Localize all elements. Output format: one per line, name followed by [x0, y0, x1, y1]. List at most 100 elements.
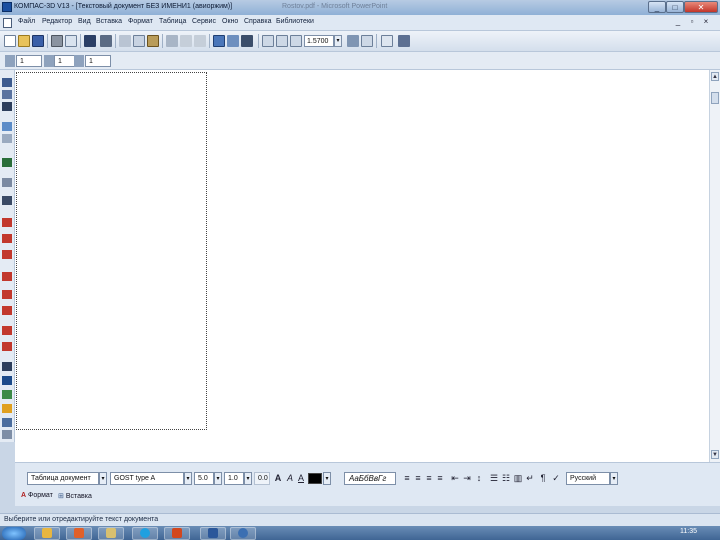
doc-restore-button[interactable]: ▫: [686, 17, 698, 28]
align-left-icon[interactable]: ≡: [402, 473, 412, 484]
zoom-dropdown-arrow[interactable]: ▾: [334, 35, 342, 47]
spacing-icon[interactable]: ↕: [474, 473, 484, 484]
numbering-icon[interactable]: [2, 90, 12, 99]
image-icon[interactable]: [2, 122, 12, 131]
brush-icon[interactable]: [100, 35, 112, 47]
language-combo-arrow[interactable]: ▾: [610, 472, 618, 485]
frame-icon[interactable]: [2, 134, 12, 143]
dimension-icon[interactable]: [2, 272, 12, 281]
bold-button[interactable]: A: [273, 473, 283, 484]
pilcrow-icon[interactable]: ¶: [538, 473, 548, 484]
text-color-swatch[interactable]: [308, 473, 322, 484]
open-icon[interactable]: [18, 35, 30, 47]
table-icon[interactable]: [213, 35, 225, 47]
scroll-up-button[interactable]: ▲: [711, 72, 719, 81]
toolbar-expand-icon[interactable]: [2, 430, 12, 439]
numbered-list-icon[interactable]: ☷: [501, 473, 511, 484]
table-insert-icon[interactable]: [2, 158, 12, 167]
properties-icon[interactable]: [398, 35, 410, 47]
object-icon[interactable]: [2, 404, 12, 413]
zoom-window-icon[interactable]: [290, 35, 302, 47]
arrow-icon[interactable]: [2, 326, 12, 335]
manager-icon[interactable]: [227, 35, 239, 47]
start-button[interactable]: [2, 527, 26, 540]
tolerance-icon[interactable]: [2, 234, 12, 243]
style-combo-arrow[interactable]: ▾: [99, 472, 107, 485]
roughness-icon[interactable]: [2, 250, 12, 259]
align-icon[interactable]: [2, 362, 12, 371]
text-tool-icon[interactable]: [2, 78, 12, 87]
line-spacing-field[interactable]: 1: [85, 55, 111, 67]
vertical-scrollbar[interactable]: ▲ ▼: [709, 70, 720, 462]
tab-insert[interactable]: ⊞ Вставка: [58, 492, 92, 500]
font-size-field[interactable]: 5.0: [194, 472, 214, 485]
paste-icon[interactable]: [147, 35, 159, 47]
base-icon[interactable]: [2, 306, 12, 315]
indent-increase-icon[interactable]: ⇥: [462, 473, 472, 484]
mark-icon[interactable]: [2, 342, 12, 351]
menu-libraries[interactable]: Библиотеки: [276, 18, 314, 25]
special-sign-icon[interactable]: [2, 218, 12, 227]
document-icon[interactable]: [3, 18, 12, 28]
zoom-fit-icon[interactable]: [347, 35, 359, 47]
text-color-arrow[interactable]: ▾: [323, 472, 331, 485]
indent-field[interactable]: 1: [16, 55, 42, 67]
minimize-button[interactable]: _: [648, 1, 666, 13]
style-combo[interactable]: Таблица документ: [27, 472, 99, 485]
list-icon[interactable]: [2, 102, 12, 111]
italic-button[interactable]: A: [285, 473, 295, 484]
doc-close-button[interactable]: ×: [700, 17, 712, 28]
close-button[interactable]: ✕: [684, 1, 718, 13]
menu-view[interactable]: Вид: [78, 18, 91, 25]
menu-format[interactable]: Формат: [128, 18, 153, 25]
print-icon[interactable]: [51, 35, 63, 47]
save-icon[interactable]: [32, 35, 44, 47]
leader-icon[interactable]: [2, 290, 12, 299]
menu-table[interactable]: Таблица: [159, 18, 186, 25]
preview-icon[interactable]: [65, 35, 77, 47]
menu-window[interactable]: Окно: [222, 18, 238, 25]
scroll-down-button[interactable]: ▼: [711, 450, 719, 459]
align-center-icon[interactable]: ≡: [413, 473, 423, 484]
align-right-icon[interactable]: ≡: [424, 473, 434, 484]
zoom-in-icon[interactable]: [262, 35, 274, 47]
check-icon[interactable]: [2, 418, 12, 427]
font-combo[interactable]: GOST type A: [110, 472, 184, 485]
scale-field[interactable]: 1.0: [224, 472, 244, 485]
font-size-arrow[interactable]: ▾: [214, 472, 222, 485]
menu-file[interactable]: Файл: [18, 18, 35, 25]
menu-editor[interactable]: Редактор: [42, 18, 72, 25]
language-combo[interactable]: Русский: [566, 472, 610, 485]
break-icon[interactable]: ↵: [525, 473, 535, 484]
undo-icon[interactable]: [180, 35, 192, 47]
maximize-button[interactable]: □: [666, 1, 684, 13]
columns-icon[interactable]: ▥: [513, 473, 523, 484]
symbol-icon[interactable]: [2, 196, 12, 205]
format-painter-icon[interactable]: [166, 35, 178, 47]
copy-icon[interactable]: [133, 35, 145, 47]
scroll-thumb[interactable]: [711, 92, 719, 104]
help-icon[interactable]: [241, 35, 253, 47]
underline-button[interactable]: A: [296, 473, 306, 484]
cut-icon[interactable]: [119, 35, 131, 47]
menu-insert[interactable]: Вставка: [96, 18, 122, 25]
tab-format[interactable]: A Формат: [21, 492, 53, 499]
text-color-icon[interactable]: [84, 35, 96, 47]
zoom-out-icon[interactable]: [276, 35, 288, 47]
indent-decrease-icon[interactable]: ⇤: [450, 473, 460, 484]
scale-arrow[interactable]: ▾: [244, 472, 252, 485]
variable-icon[interactable]: [2, 390, 12, 399]
align-justify-icon[interactable]: ≡: [435, 473, 445, 484]
field-icon[interactable]: [2, 376, 12, 385]
refresh-icon[interactable]: [361, 35, 373, 47]
font-combo-arrow[interactable]: ▾: [184, 472, 192, 485]
bullets-icon[interactable]: ☰: [489, 473, 499, 484]
menu-service[interactable]: Сервис: [192, 18, 216, 25]
spellcheck-icon[interactable]: ✓: [551, 473, 561, 484]
redo-icon[interactable]: [194, 35, 206, 47]
new-document-icon[interactable]: [4, 35, 16, 47]
doc-minimize-button[interactable]: _: [672, 17, 684, 28]
page-layout-icon[interactable]: [381, 35, 393, 47]
menu-help[interactable]: Справка: [244, 18, 271, 25]
zoom-level-field[interactable]: 1.5700: [304, 35, 334, 47]
